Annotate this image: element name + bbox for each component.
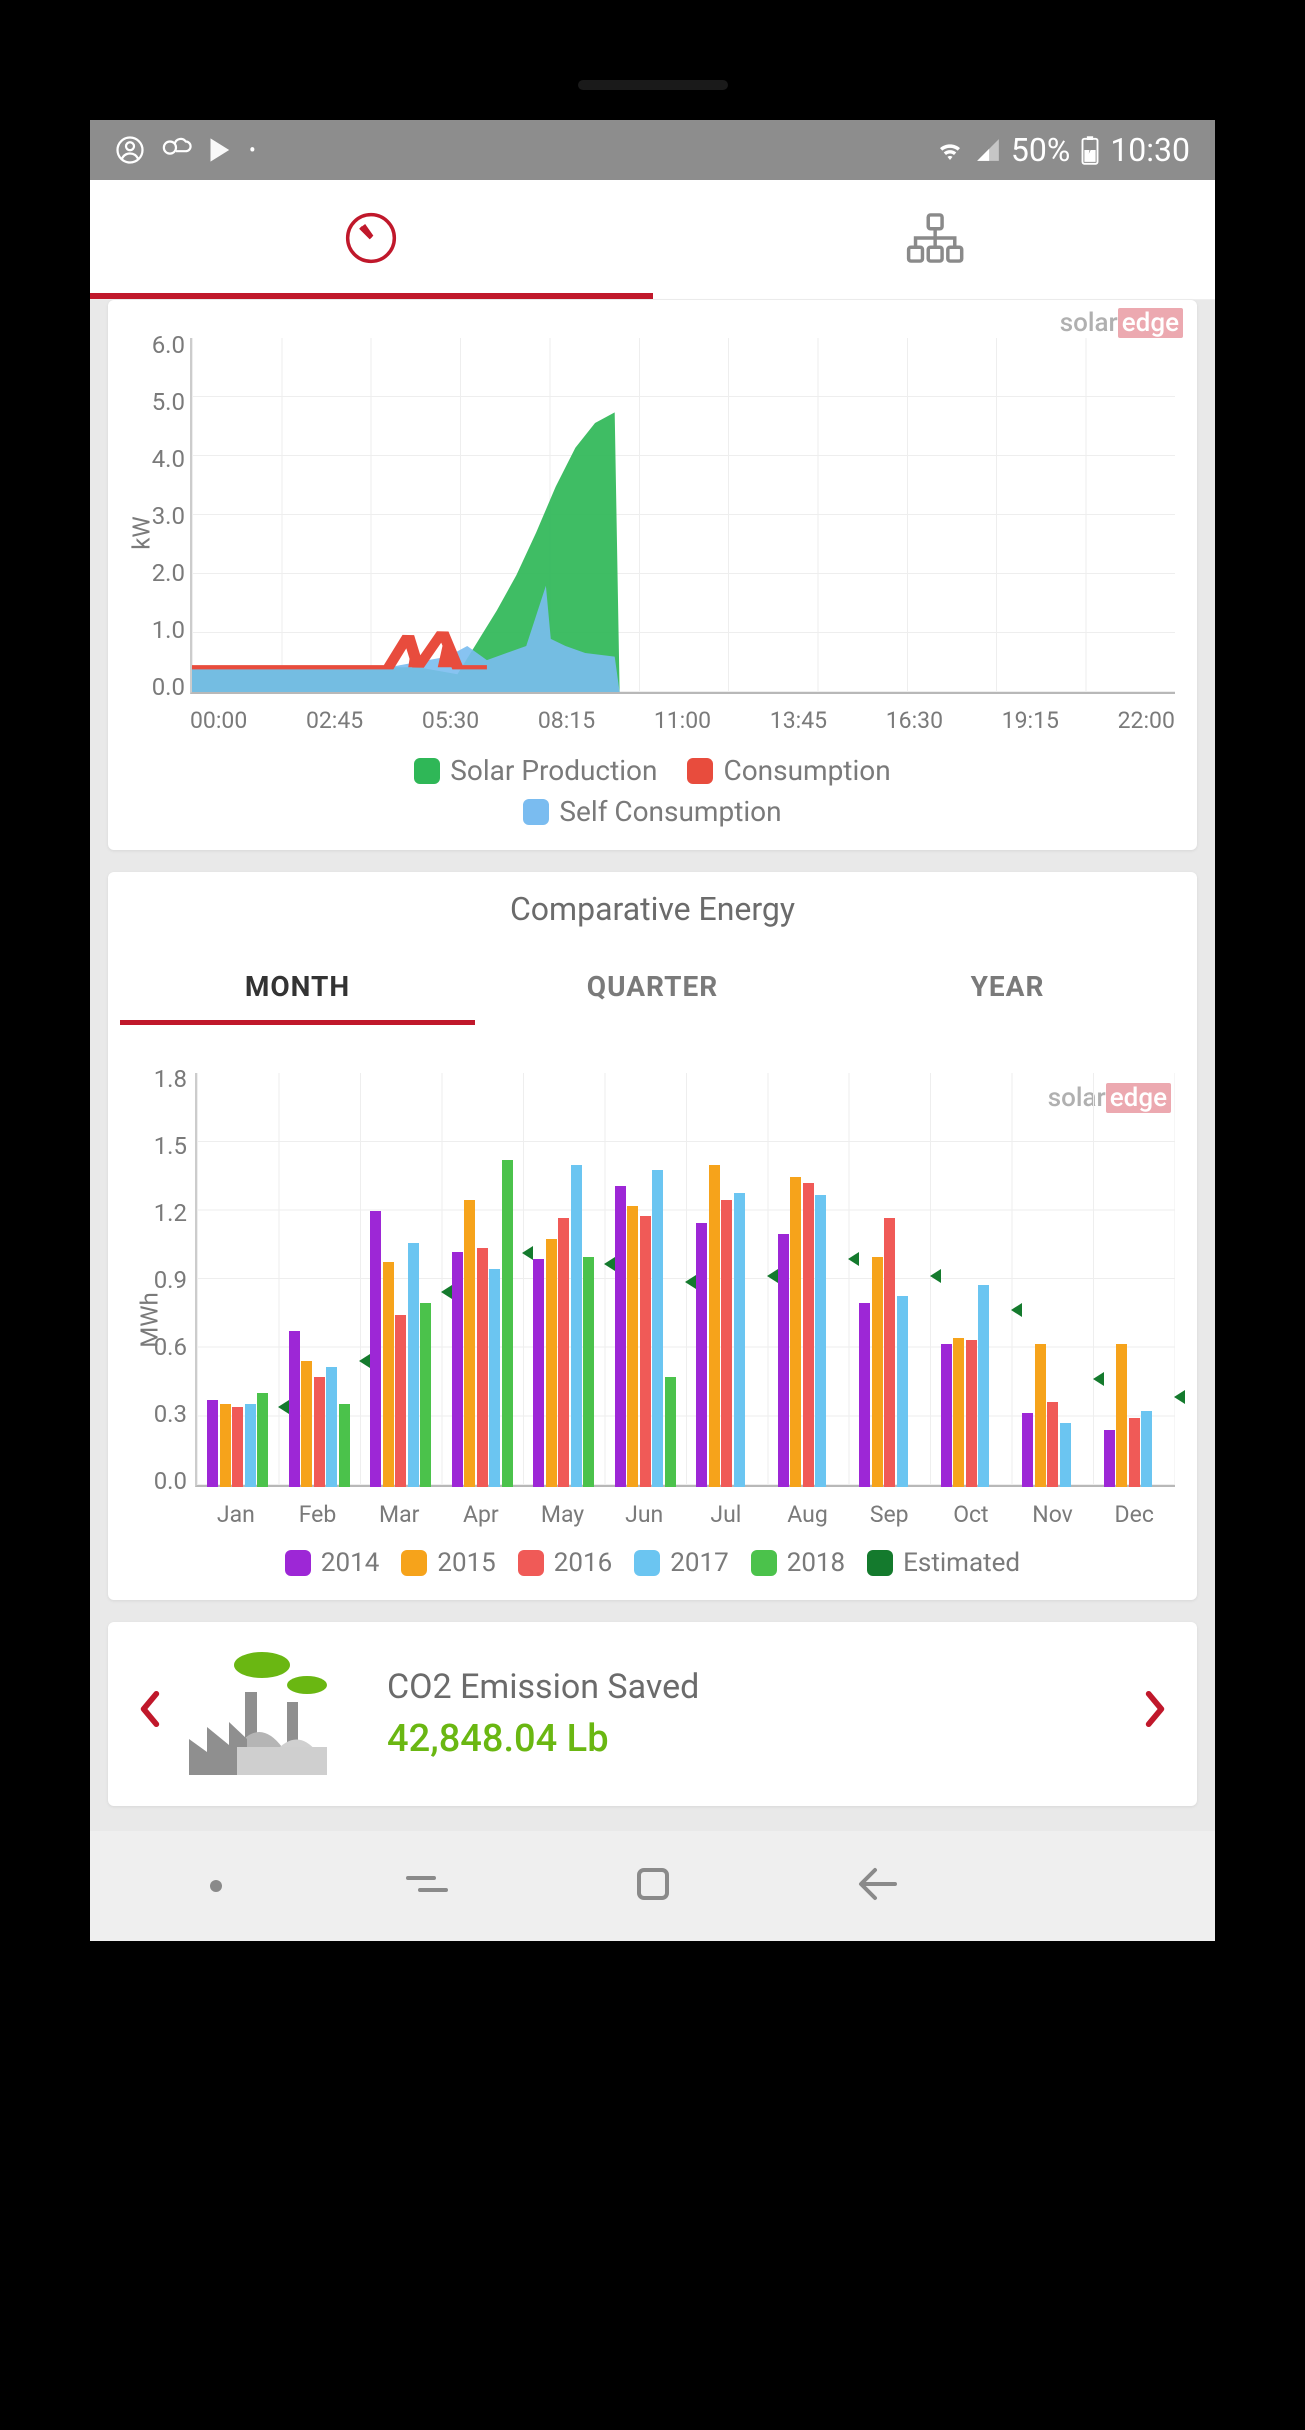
legend-2017[interactable]: 2017 xyxy=(634,1548,728,1578)
tab-layout[interactable] xyxy=(653,180,1216,299)
nav-hint-dot xyxy=(210,1880,222,1892)
period-tab-month[interactable]: MONTH xyxy=(120,948,475,1025)
comparative-title: Comparative Energy xyxy=(120,890,1185,928)
comparative-energy-card: Comparative Energy MONTH QUARTER YEAR so… xyxy=(108,872,1197,1600)
legend-2016[interactable]: 2016 xyxy=(518,1548,612,1578)
tab-dashboard[interactable] xyxy=(90,180,653,299)
legend-2014[interactable]: 2014 xyxy=(285,1548,379,1578)
clock: 10:30 xyxy=(1110,131,1190,169)
battery-percent: 50% xyxy=(1011,131,1070,169)
period-tabs: MONTH QUARTER YEAR xyxy=(120,948,1185,1025)
sitemap-icon xyxy=(904,210,964,270)
legend-2015[interactable]: 2015 xyxy=(401,1548,495,1578)
co2-title: CO2 Emission Saved xyxy=(387,1667,699,1707)
recents-button[interactable] xyxy=(402,1864,452,1908)
daily-power-card: solaredge kW 6.05.04.03.02.01.00.0 xyxy=(108,300,1197,850)
android-status-bar: • 50% 10:30 xyxy=(90,120,1215,180)
profile-icon xyxy=(115,135,145,165)
android-nav-bar xyxy=(90,1831,1215,1941)
weather-icon xyxy=(159,135,193,165)
daily-power-chart[interactable]: 6.05.04.03.02.01.00.0 xyxy=(190,331,1175,701)
legend-consumption[interactable]: Consumption xyxy=(687,754,890,787)
next-metric-button[interactable] xyxy=(1133,1690,1177,1738)
comparative-legend: 2014 2015 2016 2017 2018 Estimated xyxy=(120,1548,1185,1578)
battery-icon xyxy=(1080,135,1100,165)
factory-icon xyxy=(187,1647,357,1781)
period-tab-quarter[interactable]: QUARTER xyxy=(475,948,830,1025)
daily-power-legend: Solar Production Consumption Self Consum… xyxy=(120,754,1185,828)
home-button[interactable] xyxy=(631,1862,675,1910)
legend-2018[interactable]: 2018 xyxy=(751,1548,845,1578)
signal-icon xyxy=(975,137,1001,163)
wifi-icon xyxy=(935,137,965,163)
period-tab-year[interactable]: YEAR xyxy=(830,948,1185,1025)
legend-solar[interactable]: Solar Production xyxy=(414,754,657,787)
legend-self-consumption[interactable]: Self Consumption xyxy=(120,795,1185,828)
play-store-icon xyxy=(207,136,235,164)
gauge-icon xyxy=(343,210,399,270)
co2-value: 42,848.04 Lb xyxy=(387,1717,699,1761)
back-button[interactable] xyxy=(855,1864,903,1908)
main-tab-bar xyxy=(90,180,1215,300)
co2-emission-card: CO2 Emission Saved 42,848.04 Lb xyxy=(108,1622,1197,1806)
legend-estimated[interactable]: Estimated xyxy=(867,1548,1020,1578)
comparative-chart[interactable]: 1.81.51.20.90.60.30.0 xyxy=(195,1065,1175,1495)
prev-metric-button[interactable] xyxy=(128,1690,172,1738)
